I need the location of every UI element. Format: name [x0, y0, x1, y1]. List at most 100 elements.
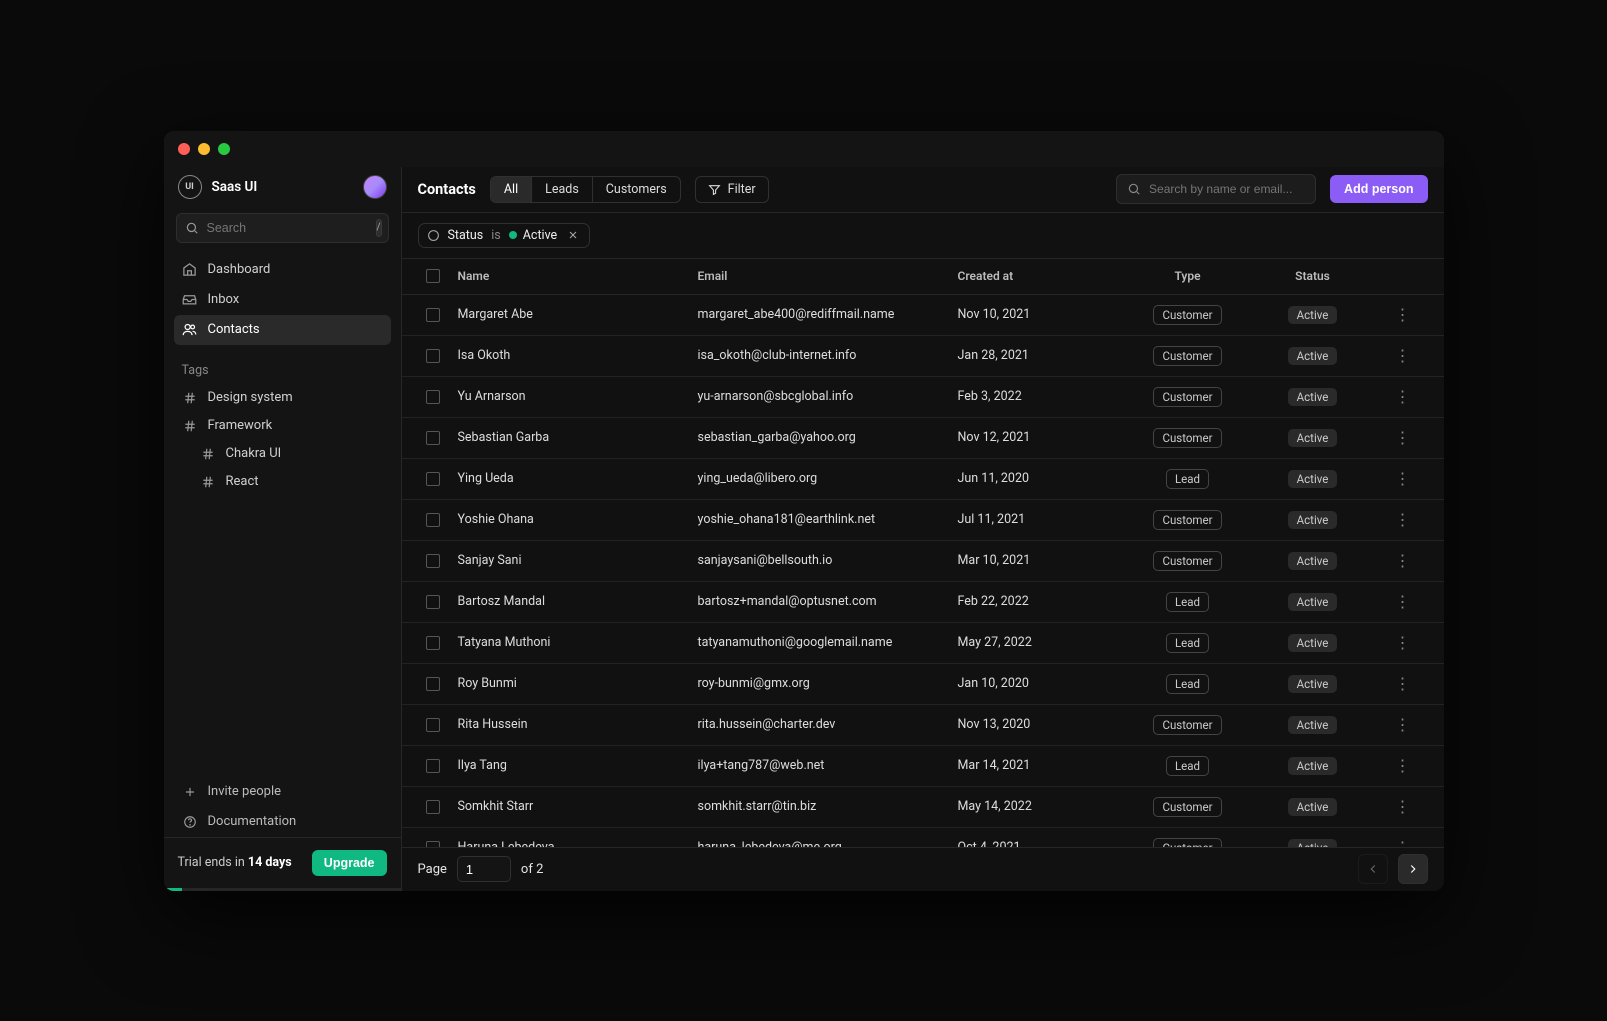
row-actions-button[interactable]: ⋮	[1378, 797, 1428, 816]
row-actions-button[interactable]: ⋮	[1378, 305, 1428, 324]
table-row[interactable]: Roy Bunmiroy-bunmi@gmx.orgJan 10, 2020Le…	[402, 664, 1444, 705]
tag-design-system[interactable]: Design system	[164, 384, 401, 412]
row-checkbox[interactable]	[426, 308, 440, 322]
filter-chip-status[interactable]: Status is Active	[418, 223, 591, 248]
row-checkbox[interactable]	[426, 513, 440, 527]
status-badge: Active	[1288, 511, 1338, 529]
row-actions-button[interactable]: ⋮	[1378, 633, 1428, 652]
type-badge: Customer	[1153, 510, 1221, 530]
row-actions-button[interactable]: ⋮	[1378, 838, 1428, 847]
status-dot-icon	[509, 231, 517, 239]
row-actions-button[interactable]: ⋮	[1378, 346, 1428, 365]
row-checkbox[interactable]	[426, 390, 440, 404]
type-badge: Lead	[1166, 674, 1209, 694]
sidebar-item-inbox[interactable]: Inbox	[174, 285, 391, 315]
row-checkbox[interactable]	[426, 718, 440, 732]
row-actions-button[interactable]: ⋮	[1378, 551, 1428, 570]
type-badge: Customer	[1153, 387, 1221, 407]
row-checkbox[interactable]	[426, 349, 440, 363]
row-actions-button[interactable]: ⋮	[1378, 387, 1428, 406]
row-actions-button[interactable]: ⋮	[1378, 510, 1428, 529]
tab-leads[interactable]: Leads	[532, 177, 593, 202]
maximize-window-button[interactable]	[218, 143, 230, 155]
table-row[interactable]: Ying Uedaying_ueda@libero.orgJun 11, 202…	[402, 459, 1444, 500]
table-row[interactable]: Sanjay Sanisanjaysani@bellsouth.ioMar 10…	[402, 541, 1444, 582]
page-input[interactable]	[457, 856, 511, 882]
plus-icon	[182, 784, 198, 800]
row-actions-button[interactable]: ⋮	[1378, 674, 1428, 693]
brand-name: Saas UI	[212, 179, 258, 195]
sidebar-search-input[interactable]	[207, 221, 368, 235]
row-checkbox[interactable]	[426, 472, 440, 486]
filter-label: Filter	[728, 182, 756, 197]
invite-people-button[interactable]: Invite people	[174, 777, 391, 807]
sidebar-item-contacts[interactable]: Contacts	[174, 315, 391, 345]
tab-all[interactable]: All	[491, 177, 532, 202]
table-row[interactable]: Bartosz Mandalbartosz+mandal@optusnet.co…	[402, 582, 1444, 623]
cell-name: Yoshie Ohana	[458, 512, 698, 527]
column-name[interactable]: Name	[458, 269, 698, 283]
user-avatar[interactable]	[363, 175, 387, 199]
row-checkbox[interactable]	[426, 431, 440, 445]
row-checkbox[interactable]	[426, 636, 440, 650]
sidebar-search[interactable]: /	[176, 213, 389, 243]
table-row[interactable]: Tatyana Muthonitatyanamuthoni@googlemail…	[402, 623, 1444, 664]
row-actions-button[interactable]: ⋮	[1378, 592, 1428, 611]
status-badge: Active	[1288, 388, 1338, 406]
table-row[interactable]: Haruna Lebedevaharuna_lebedeva@me.orgOct…	[402, 828, 1444, 847]
row-actions-button[interactable]: ⋮	[1378, 428, 1428, 447]
table-row[interactable]: Ilya Tangilya+tang787@web.netMar 14, 202…	[402, 746, 1444, 787]
table-row[interactable]: Margaret Abemargaret_abe400@rediffmail.n…	[402, 295, 1444, 336]
row-checkbox[interactable]	[426, 759, 440, 773]
next-page-button[interactable]	[1398, 854, 1428, 884]
upgrade-button[interactable]: Upgrade	[312, 850, 387, 876]
documentation-link[interactable]: Documentation	[174, 807, 391, 837]
column-created[interactable]: Created at	[958, 269, 1128, 283]
cell-created: Mar 14, 2021	[958, 758, 1128, 773]
sidebar-item-label: Inbox	[208, 292, 240, 307]
contacts-search-input[interactable]	[1149, 182, 1305, 196]
table-row[interactable]: Isa Okothisa_okoth@club-internet.infoJan…	[402, 336, 1444, 377]
row-checkbox[interactable]	[426, 677, 440, 691]
cell-email: yu-arnarson@sbcglobal.info	[698, 389, 958, 404]
minimize-window-button[interactable]	[198, 143, 210, 155]
table-row[interactable]: Yu Arnarsonyu-arnarson@sbcglobal.infoFeb…	[402, 377, 1444, 418]
cell-name: Sanjay Sani	[458, 553, 698, 568]
row-checkbox[interactable]	[426, 595, 440, 609]
add-person-button[interactable]: Add person	[1330, 175, 1427, 203]
brand[interactable]: UI Saas UI	[178, 175, 258, 199]
table-row[interactable]: Yoshie Ohanayoshie_ohana181@earthlink.ne…	[402, 500, 1444, 541]
sidebar-item-dashboard[interactable]: Dashboard	[174, 255, 391, 285]
cell-email: yoshie_ohana181@earthlink.net	[698, 512, 958, 527]
row-checkbox[interactable]	[426, 800, 440, 814]
table-row[interactable]: Somkhit Starrsomkhit.starr@tin.bizMay 14…	[402, 787, 1444, 828]
status-badge: Active	[1288, 675, 1338, 693]
remove-filter-button[interactable]	[565, 229, 581, 241]
row-actions-button[interactable]: ⋮	[1378, 469, 1428, 488]
tab-customers[interactable]: Customers	[593, 177, 680, 202]
table-row[interactable]: Rita Husseinrita.hussein@charter.devNov …	[402, 705, 1444, 746]
close-window-button[interactable]	[178, 143, 190, 155]
table-row[interactable]: Sebastian Garbasebastian_garba@yahoo.org…	[402, 418, 1444, 459]
status-badge: Active	[1288, 716, 1338, 734]
contacts-search[interactable]	[1116, 174, 1316, 204]
select-all-checkbox[interactable]	[426, 269, 440, 283]
filter-button[interactable]: Filter	[695, 176, 769, 203]
row-actions-button[interactable]: ⋮	[1378, 756, 1428, 775]
status-badge: Active	[1288, 306, 1338, 324]
main-content: Contacts All Leads Customers Filter Add …	[402, 167, 1444, 891]
cell-created: Nov 12, 2021	[958, 430, 1128, 445]
row-actions-button[interactable]: ⋮	[1378, 715, 1428, 734]
tag-react[interactable]: React	[164, 468, 401, 496]
column-type[interactable]: Type	[1128, 269, 1248, 283]
type-badge: Customer	[1153, 715, 1221, 735]
view-segmented-control: All Leads Customers	[490, 176, 681, 203]
column-status[interactable]: Status	[1248, 269, 1378, 283]
column-email[interactable]: Email	[698, 269, 958, 283]
tag-chakra-ui[interactable]: Chakra UI	[164, 440, 401, 468]
row-checkbox[interactable]	[426, 554, 440, 568]
contacts-table[interactable]: Name Email Created at Type Status Margar…	[402, 259, 1444, 847]
prev-page-button[interactable]	[1358, 854, 1388, 884]
cell-created: Feb 22, 2022	[958, 594, 1128, 609]
tag-framework[interactable]: Framework	[164, 412, 401, 440]
